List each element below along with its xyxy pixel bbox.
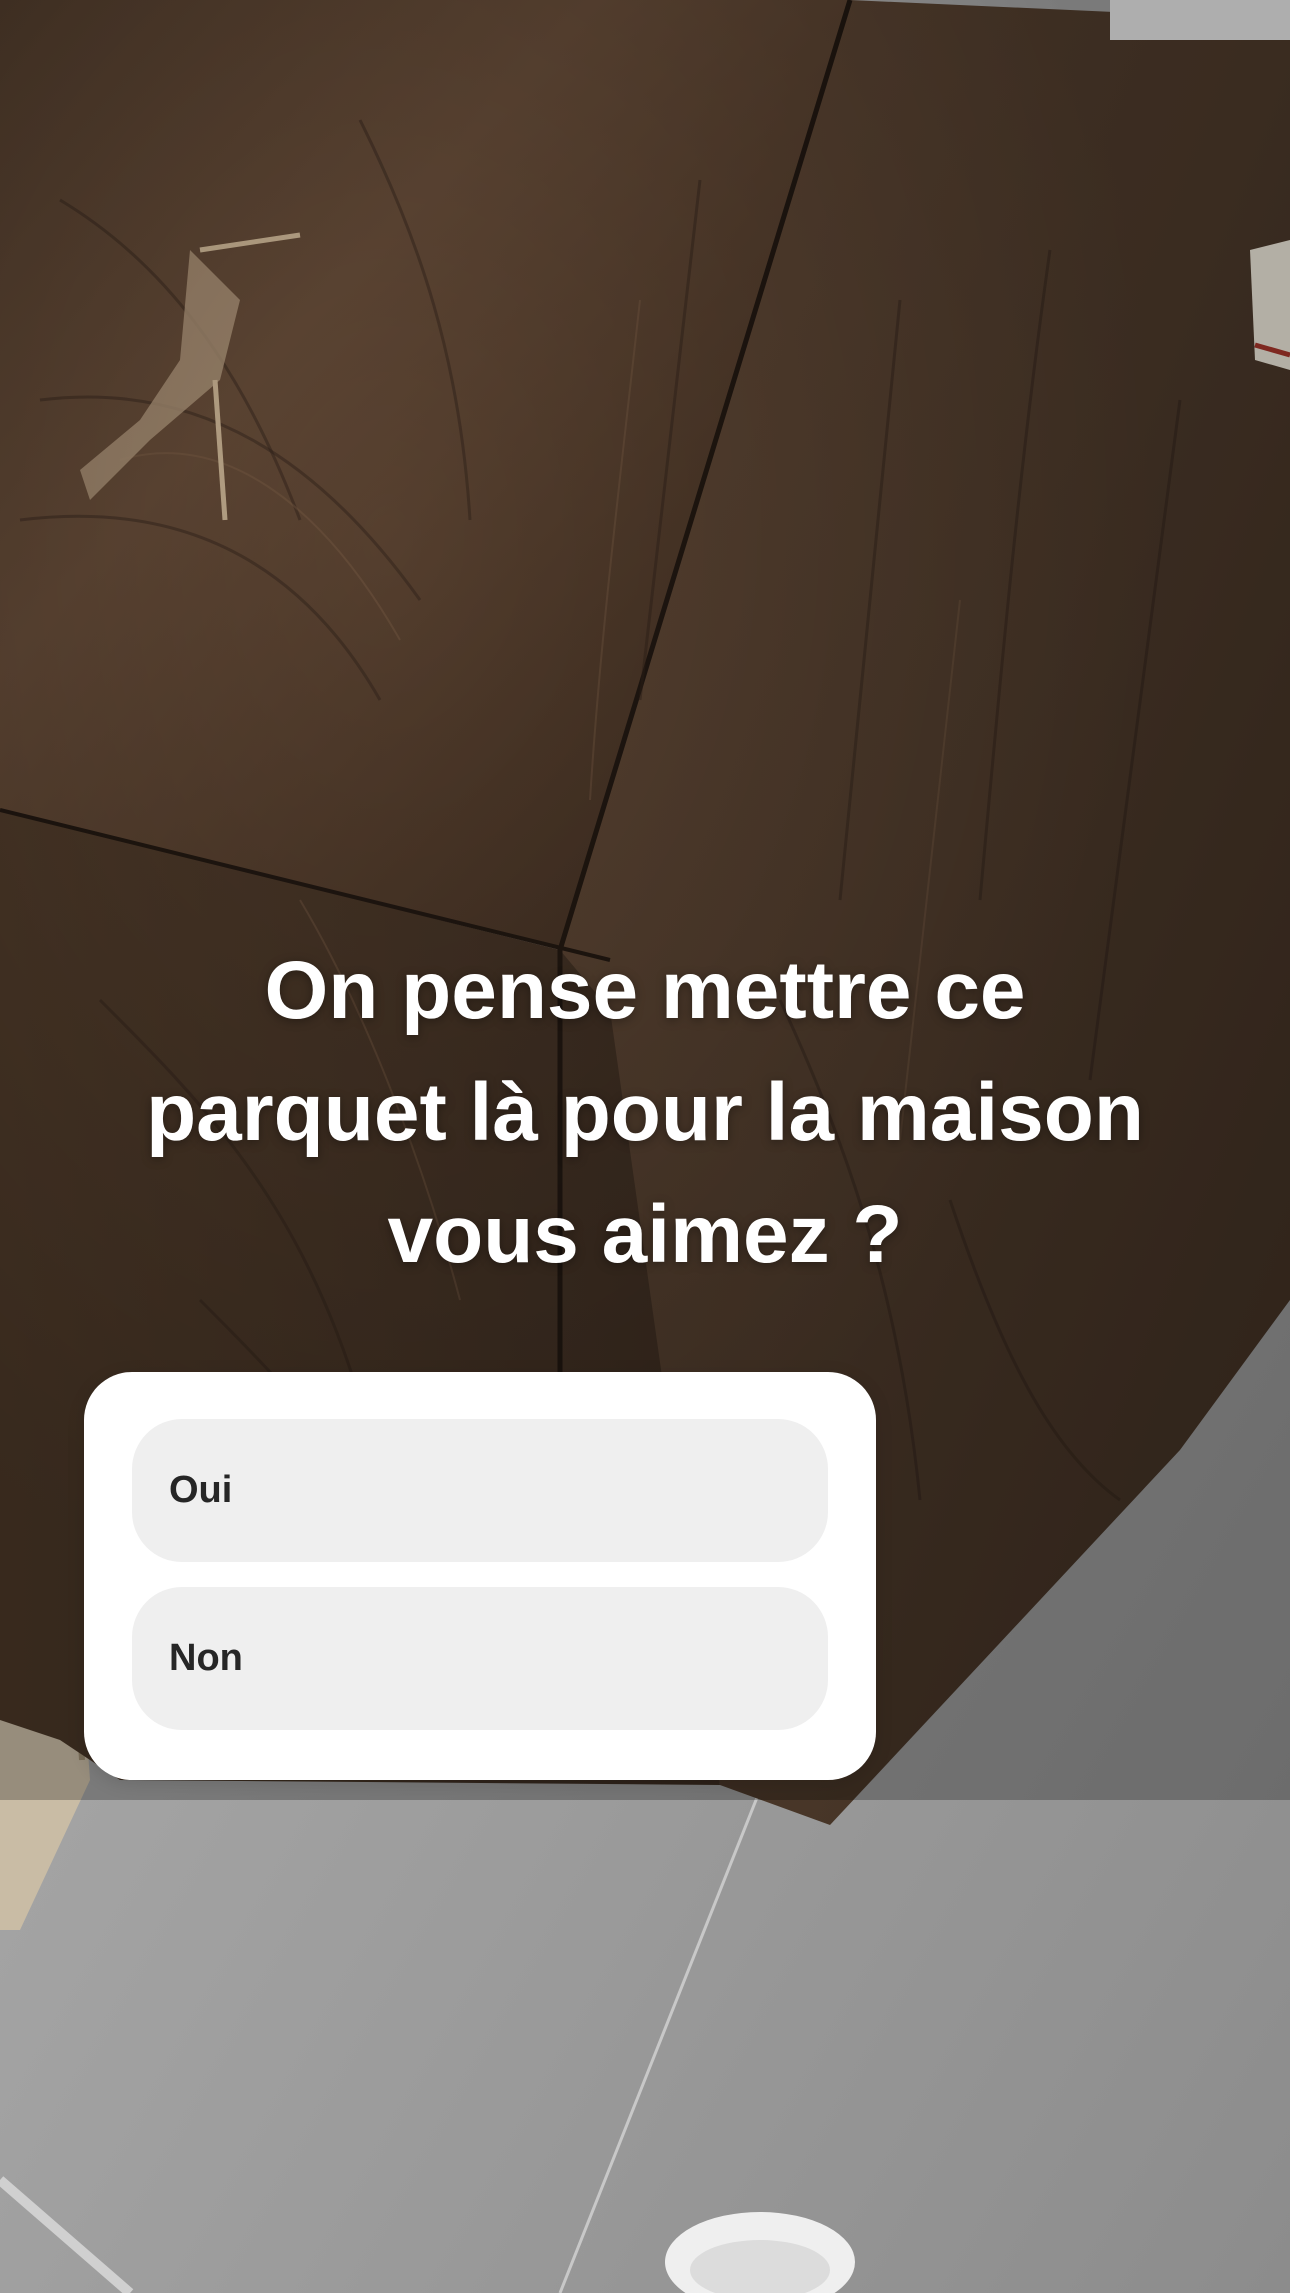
poll-option-label: Oui [169,1469,233,1511]
caption-line-3: vous aimez ? [387,1189,903,1280]
poll-option-oui[interactable]: Oui [132,1419,828,1562]
story-caption: On pense mettre ce parquet là pour la ma… [0,930,1290,1296]
poll-sticker: Oui Non [84,1372,876,1780]
poll-option-label: Non [169,1637,243,1679]
story-view: On pense mettre ce parquet là pour la ma… [0,0,1290,2293]
caption-line-2: parquet là pour la maison [146,1067,1144,1158]
caption-line-1: On pense mettre ce [264,945,1026,1036]
poll-option-non[interactable]: Non [132,1587,828,1730]
